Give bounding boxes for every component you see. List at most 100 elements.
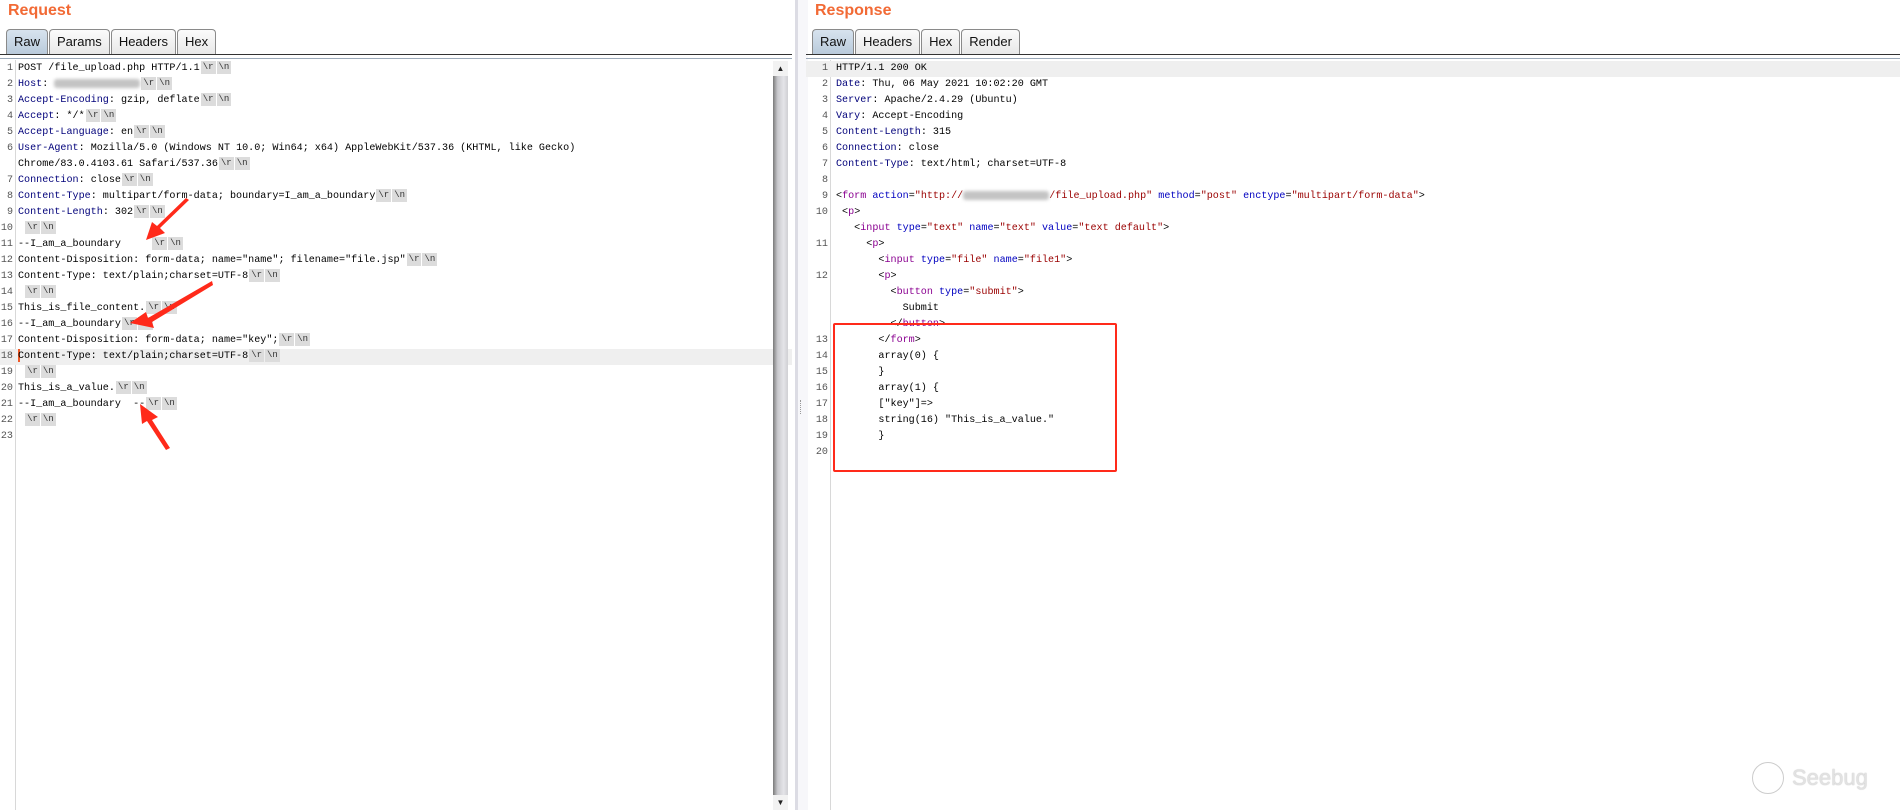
line-text: Content-Length: 315 [836, 125, 951, 141]
annotation-highlight-box [833, 323, 1117, 472]
token: "http:// [914, 191, 964, 202]
tab-raw[interactable]: Raw [6, 29, 49, 54]
tab-hex[interactable]: Hex [921, 29, 961, 54]
line-text: Submit [836, 301, 939, 317]
redacted-host [54, 79, 141, 88]
line-number: 17 [0, 335, 13, 346]
code-line: 13 Content-Type: text/plain;charset=UTF-8… [0, 269, 792, 285]
tab-raw[interactable]: Raw [812, 29, 855, 54]
tab-headers[interactable]: Headers [110, 29, 176, 54]
redacted-host [963, 190, 1050, 200]
token: > [1163, 223, 1170, 234]
crlf-marker: \n [392, 189, 408, 202]
tab-params[interactable]: Params [49, 29, 110, 54]
crlf-marker: \r [152, 237, 168, 250]
crlf-marker: \r [146, 301, 162, 314]
seebug-watermark: Seebug [1752, 762, 1868, 794]
token: input [884, 255, 915, 266]
tab-render[interactable]: Render [961, 29, 1020, 54]
crlf-marker: \n [149, 125, 165, 138]
code-line: 4 Accept: */* \r \n [0, 109, 792, 125]
line-number: 11 [0, 239, 13, 250]
token: method [1158, 191, 1195, 202]
code-line: 12 <p> [806, 269, 1900, 285]
line-text: Content-Disposition: form-data; name="na… [18, 253, 438, 269]
code-line: 10 <p> [806, 205, 1900, 221]
tab-hex[interactable]: Hex [176, 29, 217, 54]
line-number: 8 [821, 175, 828, 186]
token: This_is_file_content. [18, 303, 146, 315]
code-line: 5 Content-Length: 315 [806, 125, 1900, 141]
line-number: 3 [6, 95, 13, 106]
token: > [878, 239, 885, 250]
code-line: 9 <form action="http:///file_upload.php" … [806, 189, 1900, 205]
line-text: Accept-Language: en \r \n [18, 125, 165, 141]
request-scrollbar[interactable]: ▲ ▼ [773, 61, 788, 810]
crlf-marker: \n [131, 381, 147, 394]
line-number: 4 [6, 111, 13, 122]
crlf-marker: \r [85, 109, 101, 122]
line-number: 15 [815, 367, 828, 378]
code-line: 20 This_is_a_value. \r \n [0, 381, 792, 397]
crlf-marker: \n [216, 93, 232, 106]
line-text: \r \n [18, 285, 56, 301]
token: Host [18, 79, 43, 91]
crlf-marker: \r [146, 397, 162, 410]
token: "post" [1200, 191, 1238, 202]
crlf-marker: \r [141, 77, 157, 90]
line-number: 8 [6, 191, 13, 202]
crlf-marker: \n [265, 269, 280, 282]
code-line: 19 \r \n [0, 365, 792, 381]
token: Content-Type: text/plain;charset=UTF-8 [18, 351, 249, 363]
token: Chrome/83.0.4103.61 Safari/537.36 [18, 159, 218, 171]
token: < [836, 255, 885, 266]
crlf-marker: \r [134, 205, 149, 218]
token: type [896, 223, 921, 234]
line-text: HTTP/1.1 200 OK [836, 61, 927, 77]
crlf-marker: \n [168, 237, 183, 250]
token: HTTP/1.1 200 OK [836, 63, 927, 74]
line-number: 6 [821, 143, 828, 154]
crlf-marker: \r [249, 349, 264, 362]
request-editor[interactable]: 1 POST /file_upload.php HTTP/1.1 \r \n 2 Host… [0, 60, 792, 810]
line-number: 10 [0, 223, 13, 234]
token: Content-Disposition: form-data; name="na… [18, 255, 406, 267]
line-number: 7 [821, 159, 828, 170]
token: Submit [836, 303, 939, 314]
line-text: \r \n [18, 365, 56, 381]
token: < [836, 207, 849, 218]
token: --I_am_a_boundary -- [18, 399, 146, 411]
scroll-down-arrow-icon[interactable]: ▼ [773, 795, 788, 810]
line-number: 6 [6, 143, 13, 154]
token: > [854, 207, 861, 218]
tab-underline [0, 54, 792, 59]
response-tabs: Raw Headers Hex Render [812, 29, 1021, 54]
code-line: 23 [0, 429, 792, 445]
code-line: 3 Accept-Encoding: gzip, deflate \r \n [0, 93, 792, 109]
line-number: 16 [0, 319, 13, 330]
code-line: 3 Server: Apache/2.4.29 (Ubuntu) [806, 93, 1900, 109]
scroll-up-arrow-icon[interactable]: ▲ [773, 61, 788, 76]
request-tabs: Raw Params Headers Hex [6, 29, 217, 54]
code-line: 11 --I_am_a_boundary \r \n [0, 237, 792, 253]
crlf-marker: \n [40, 413, 56, 426]
line-number: 17 [815, 399, 828, 410]
line-text: <button type="submit"> [836, 285, 1024, 301]
line-number: 2 [6, 79, 13, 90]
tab-headers[interactable]: Headers [855, 29, 921, 54]
token: > [1066, 255, 1073, 266]
token: Content-Length [18, 207, 103, 219]
code-line: 8 [806, 173, 1900, 189]
crlf-marker: \n [295, 333, 311, 346]
crlf-marker: \n [216, 61, 232, 74]
line-number: 12 [815, 271, 828, 282]
crlf-marker: \r [406, 253, 422, 266]
code-line: 7 Connection: close \r \n [0, 173, 792, 189]
token: : close [78, 175, 121, 187]
line-number: 20 [0, 383, 13, 394]
code-line: 7 Content-Type: text/html; charset=UTF-8 [806, 157, 1900, 173]
token: Content-Disposition: form-data; name="ke… [18, 335, 279, 347]
token: --I_am_a_boundary [18, 239, 152, 251]
token: < [836, 287, 897, 298]
divider-grip-icon[interactable] [800, 400, 803, 414]
